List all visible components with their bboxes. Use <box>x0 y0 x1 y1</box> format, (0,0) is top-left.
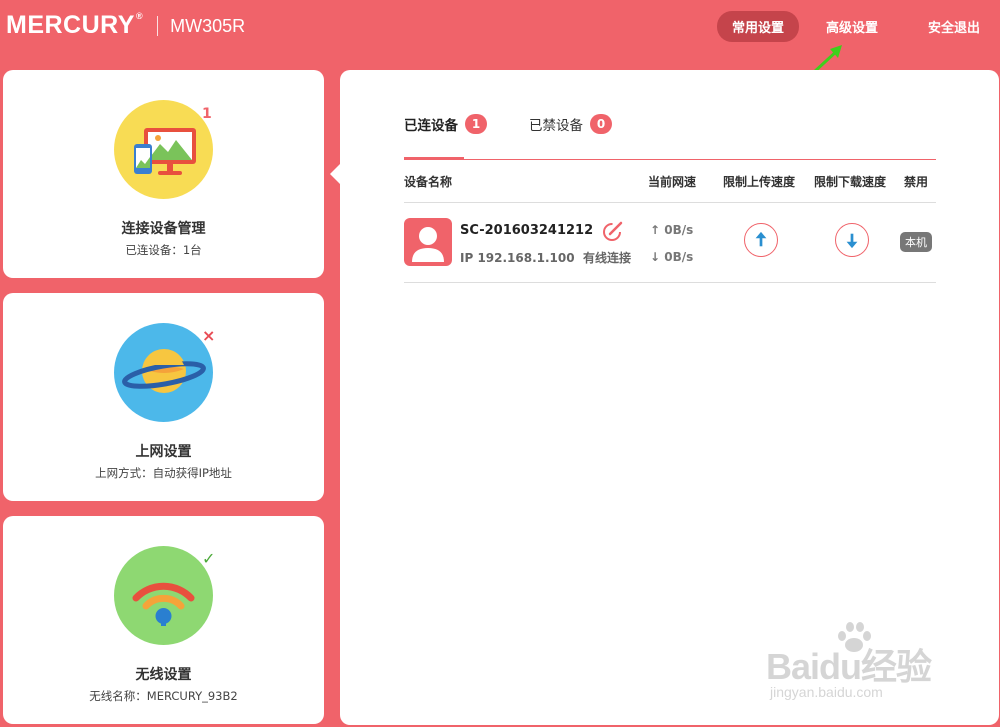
card-subtitle: 上网方式：自动获得IP地址 <box>95 466 232 480</box>
tab-divider <box>404 159 936 160</box>
tab-label: 已禁设备 <box>529 118 583 134</box>
connection-type: 有线连接 <box>582 251 631 265</box>
local-device-badge: 本机 <box>900 232 932 252</box>
nav-advanced-settings[interactable]: 高级设置 <box>811 11 893 42</box>
watermark-url: jingyan.baidu.com <box>770 684 883 700</box>
table-row: SC-201603241212 IP 192.168.1.100 有线连接 ↑ … <box>404 204 936 282</box>
column-download-limit: 限制下载速度 <box>814 175 887 189</box>
tab-count-badge: 0 <box>590 114 612 134</box>
column-upload-limit: 限制上传速度 <box>723 175 796 189</box>
card-subtitle: 无线名称：MERCURY_93B2 <box>89 689 238 703</box>
device-tabs: 已连设备 1 已禁设备 0 <box>404 114 654 134</box>
brand-divider <box>157 15 159 36</box>
table-header: 设备名称 当前网速 限制上传速度 限制下载速度 禁用 <box>404 173 936 203</box>
top-nav: 常用设置 高级设置 安全退出 <box>705 11 982 42</box>
model-name: MW305R <box>170 16 246 36</box>
device-avatar-icon <box>404 218 452 266</box>
header-divider <box>404 202 936 203</box>
tab-label: 已连设备 <box>404 118 458 134</box>
wifi-icon <box>114 546 213 645</box>
device-name: SC-201603241212 <box>460 223 594 238</box>
edit-icon[interactable] <box>602 220 624 242</box>
card-title: 无线设置 <box>135 667 192 683</box>
download-speed: ↓ 0B/s <box>650 250 694 264</box>
column-block: 禁用 <box>904 175 929 189</box>
arrow-up-icon <box>755 231 767 247</box>
arrow-down-icon <box>846 233 858 249</box>
active-card-pointer <box>330 164 340 184</box>
card-internet-settings[interactable]: × 上网设置 上网方式：自动获得IP地址 <box>3 293 324 501</box>
baidu-watermark: Baidu经验 jingyan.baidu.com <box>762 620 962 710</box>
device-ip-info: IP 192.168.1.100 有线连接 <box>460 249 631 266</box>
mercury-logo: MERCURY® <box>6 11 144 39</box>
watermark-logo: Baidu经验 <box>766 646 932 687</box>
card-title: 连接设备管理 <box>121 221 206 237</box>
planet-icon <box>114 323 213 422</box>
card-subtitle: 已连设备：1台 <box>125 243 202 257</box>
device-ip: IP 192.168.1.100 <box>460 251 575 265</box>
tab-connected-devices[interactable]: 已连设备 1 <box>404 114 487 134</box>
limit-upload-button[interactable] <box>744 223 778 257</box>
brand: MERCURY® MW305R <box>6 11 245 40</box>
column-current-speed: 当前网速 <box>648 175 697 189</box>
row-divider <box>404 282 936 283</box>
limit-download-button[interactable] <box>835 223 869 257</box>
upload-speed: ↑ 0B/s <box>650 223 694 237</box>
download-speed-value: 0B/s <box>664 250 694 264</box>
tab-blocked-devices[interactable]: 已禁设备 0 <box>529 114 612 134</box>
monitor-phone-icon <box>114 100 213 199</box>
status-ok-icon: ✓ <box>202 549 216 568</box>
tab-count-badge: 1 <box>465 114 487 134</box>
badge-count: 1 <box>202 106 212 122</box>
status-error-icon: × <box>202 326 216 345</box>
nav-logout[interactable]: 安全退出 <box>913 11 982 42</box>
nav-common-settings[interactable]: 常用设置 <box>716 11 799 42</box>
card-title: 上网设置 <box>135 444 192 460</box>
card-wireless-settings[interactable]: ✓ 无线设置 无线名称：MERCURY_93B2 <box>3 516 324 724</box>
upload-speed-value: 0B/s <box>664 223 694 237</box>
card-connected-devices[interactable]: 1 连接设备管理 已连设备：1台 <box>3 70 324 278</box>
column-device-name: 设备名称 <box>404 175 453 189</box>
active-tab-indicator <box>404 157 464 160</box>
